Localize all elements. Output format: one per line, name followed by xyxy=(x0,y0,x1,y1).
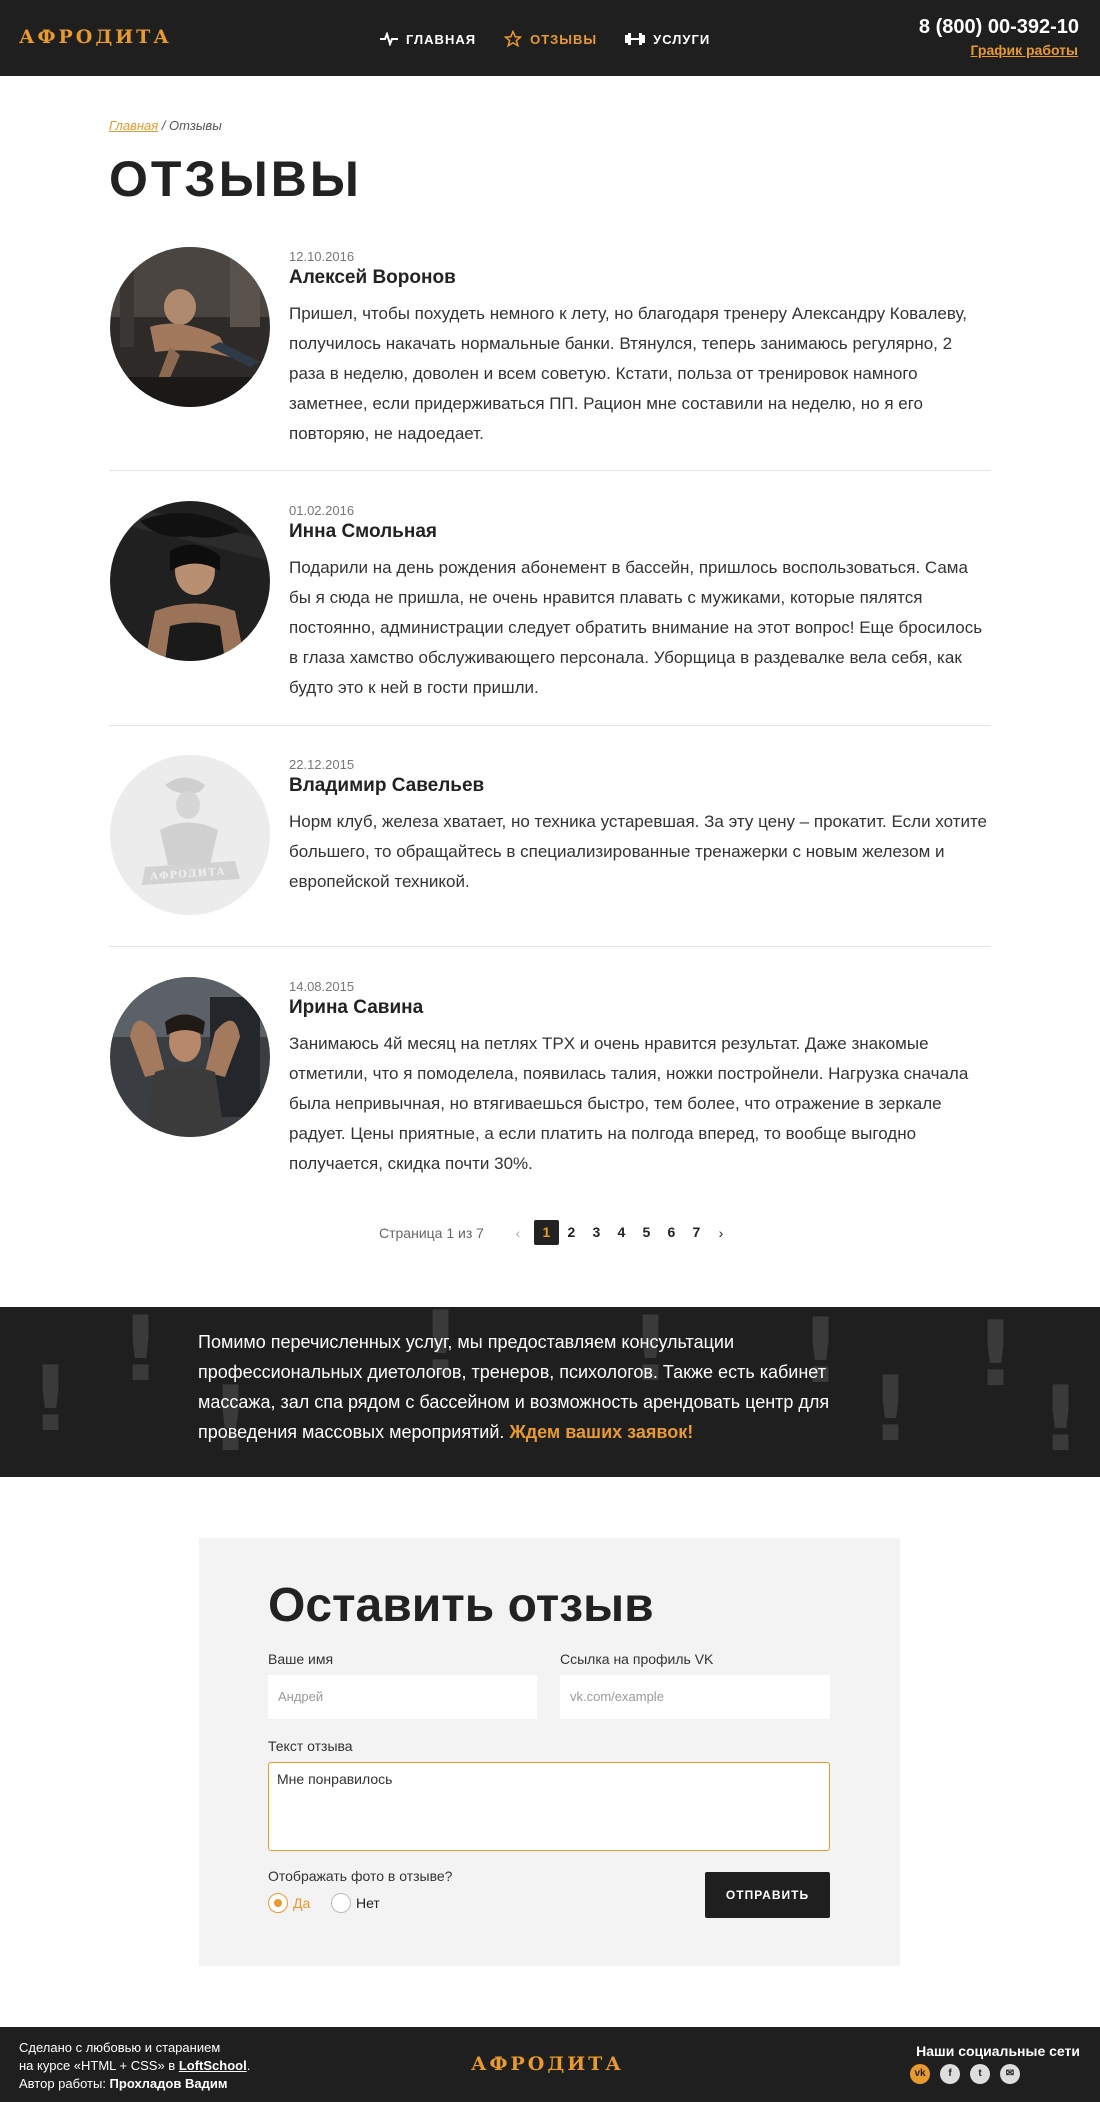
review-textarea[interactable]: Мне понравилось xyxy=(268,1762,830,1851)
exclamation-decor-icon: ! xyxy=(975,1307,1017,1407)
nav-label-reviews: ОТЗЫВЫ xyxy=(530,31,598,47)
footer-line-2-suffix: . xyxy=(246,2058,251,2073)
review-date: 01.02.2016 xyxy=(289,503,355,518)
radio-yes-label: Да xyxy=(293,1895,311,1911)
pagination-page[interactable]: 1 xyxy=(533,1220,559,1245)
mail-icon[interactable]: ✉ xyxy=(1000,2064,1020,2084)
review-author: Алексей Воронов xyxy=(289,267,456,288)
main-nav: ГЛАВНАЯ ОТЗЫВЫ УСЛУГИ xyxy=(380,30,710,48)
nav-item-home[interactable]: ГЛАВНАЯ xyxy=(380,30,476,48)
pagination-page[interactable]: 3 xyxy=(584,1220,609,1245)
logo[interactable]: АФРОДИТА xyxy=(19,26,172,48)
review-author: Владимир Савельев xyxy=(289,775,485,796)
vk-field-label: Ссылка на профиль VK xyxy=(560,1651,714,1667)
review-date: 22.12.2015 xyxy=(289,757,355,772)
placeholder-avatar: АФРОДИТА xyxy=(110,755,270,915)
review-item: 14.08.2015 Ирина Савина Занимаюсь 4й мес… xyxy=(109,977,991,1177)
services-info-band: ! ! ! ! ! ! ! ! ! Помимо перечисленных у… xyxy=(0,1307,1100,1477)
pagination-page[interactable]: 6 xyxy=(659,1220,684,1245)
loftschool-link[interactable]: LoftSchool xyxy=(179,2058,247,2073)
social-title: Наши социальные сети xyxy=(916,2043,1080,2059)
pagination-page[interactable]: 4 xyxy=(609,1220,634,1245)
band-highlight: Ждем ваших заявок! xyxy=(509,1422,694,1442)
nav-item-services[interactable]: УСЛУГИ xyxy=(625,30,710,48)
pagination-page[interactable]: 5 xyxy=(634,1220,659,1245)
breadcrumb-separator: / xyxy=(158,118,170,133)
footer-course-text: на курсе «HTML + CSS» в xyxy=(19,2058,179,2073)
nav-label-home: ГЛАВНАЯ xyxy=(406,31,477,47)
site-header: АФРОДИТА ГЛАВНАЯ ОТЗЫВЫ УСЛУГИ 8 (800) 0… xyxy=(0,0,1100,76)
form-title: Оставить отзыв xyxy=(268,1579,654,1632)
avatar xyxy=(110,247,270,407)
radio-no[interactable]: Нет xyxy=(331,1893,380,1913)
footer-line-1: Сделано с любовью и старанием xyxy=(19,2040,221,2055)
footer-line-2: на курсе «HTML + CSS» в LoftSchool. xyxy=(19,2057,250,2075)
vk-icon[interactable]: vk xyxy=(910,2064,930,2084)
review-item: 01.02.2016 Инна Смольная Подарили на ден… xyxy=(109,501,991,701)
dumbbell-icon xyxy=(625,33,646,45)
review-item: 12.10.2016 Алексей Воронов Пришел, чтобы… xyxy=(109,247,991,447)
phone-number[interactable]: 8 (800) 00-392-10 xyxy=(919,16,1079,39)
footer-author-name: Прохладов Вадим xyxy=(109,2076,228,2091)
radio-dot xyxy=(268,1893,288,1913)
review-text: Занимаюсь 4й месяц на петлях TPX и очень… xyxy=(289,1034,969,1173)
divider xyxy=(109,470,991,471)
photo-question: Отображать фото в отзыве? xyxy=(268,1868,453,1884)
nav-item-reviews[interactable]: ОТЗЫВЫ xyxy=(504,30,597,48)
pagination-prev-icon[interactable]: ‹ xyxy=(510,1225,526,1241)
review-date: 14.08.2015 xyxy=(289,979,355,994)
page-title: ОТЗЫВЫ xyxy=(109,151,362,207)
divider xyxy=(109,725,991,726)
review-text: Пришел, чтобы похудеть немного к лету, н… xyxy=(289,304,968,443)
submit-button[interactable]: ОТПРАВИТЬ xyxy=(705,1872,830,1918)
facebook-icon[interactable]: f xyxy=(940,2064,960,2084)
avatar xyxy=(110,501,270,661)
schedule-link[interactable]: График работы xyxy=(971,42,1079,58)
pagination-page[interactable]: 2 xyxy=(559,1220,584,1245)
exclamation-decor-icon: ! xyxy=(120,1307,162,1402)
radio-dot xyxy=(331,1893,351,1913)
review-item: АФРОДИТА 22.12.2015 Владимир Савельев Но… xyxy=(109,755,991,925)
pagination-next-icon[interactable]: › xyxy=(713,1225,729,1241)
avatar xyxy=(110,977,270,1137)
review-text: Норм клуб, железа хватает, но техника ус… xyxy=(289,812,988,891)
footer-line-3: Автор работы: Прохладов Вадим xyxy=(19,2075,250,2093)
pulse-icon xyxy=(380,32,398,46)
radio-yes[interactable]: Да xyxy=(268,1893,310,1913)
footer-author-prefix: Автор работы: xyxy=(19,2076,110,2091)
divider xyxy=(109,946,991,947)
breadcrumb-current: Отзывы xyxy=(169,118,222,133)
name-input[interactable]: Андрей xyxy=(268,1675,537,1719)
pagination-label: Страница 1 из 7 xyxy=(379,1224,484,1241)
twitter-icon[interactable]: t xyxy=(970,2064,990,2084)
band-text: Помимо перечисленных услуг, мы предостав… xyxy=(198,1327,888,1447)
breadcrumb-home-link[interactable]: Главная xyxy=(109,118,158,133)
footer-credits: Сделано с любовью и старанием на курсе «… xyxy=(19,2039,250,2093)
exclamation-decor-icon: ! xyxy=(30,1347,72,1452)
review-date: 12.10.2016 xyxy=(289,249,355,264)
star-icon xyxy=(504,30,523,48)
radio-no-label: Нет xyxy=(356,1895,380,1911)
site-footer: Сделано с любовью и старанием на курсе «… xyxy=(0,2027,1100,2102)
exclamation-decor-icon: ! xyxy=(1040,1367,1082,1472)
review-author: Инна Смольная xyxy=(289,521,437,542)
review-author: Ирина Савина xyxy=(289,997,424,1018)
pagination-page[interactable]: 7 xyxy=(684,1220,709,1245)
vk-profile-input[interactable]: vk.com/example xyxy=(560,1675,830,1719)
nav-label-services: УСЛУГИ xyxy=(653,31,711,47)
pagination: Страница 1 из 7 ‹ 1 2 3 4 5 6 7 › xyxy=(379,1220,737,1245)
review-form: Оставить отзыв Ваше имя Андрей Ссылка на… xyxy=(199,1538,900,1966)
footer-logo[interactable]: АФРОДИТА xyxy=(471,2053,624,2075)
social-links: vk f t ✉ xyxy=(910,2064,1020,2084)
breadcrumb: Главная / Отзывы xyxy=(109,118,222,133)
review-text-label: Текст отзыва xyxy=(268,1738,353,1754)
review-text: Подарили на день рождения абонемент в ба… xyxy=(289,558,983,697)
name-field-label: Ваше имя xyxy=(268,1651,334,1667)
